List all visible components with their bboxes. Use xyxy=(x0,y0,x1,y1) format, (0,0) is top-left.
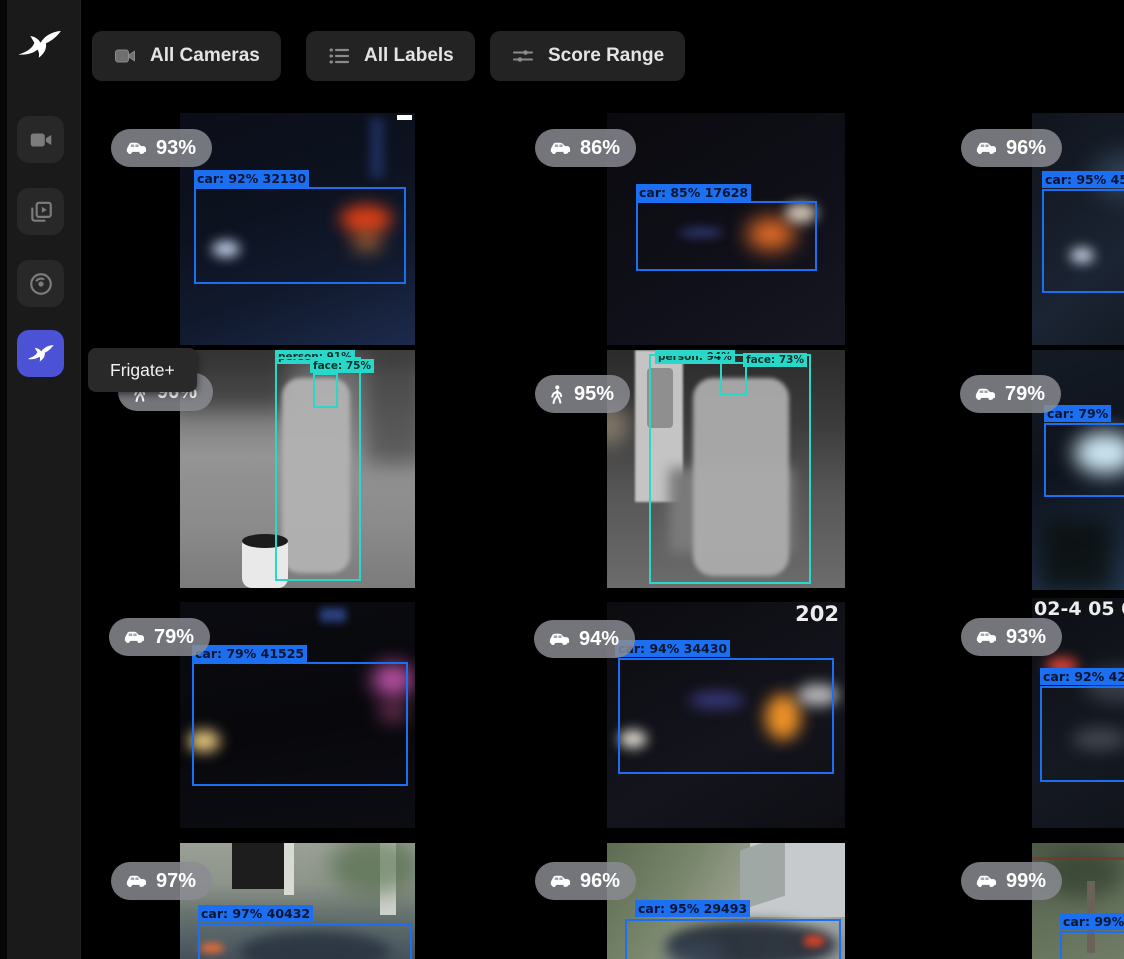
camera-filter-icon xyxy=(113,44,137,68)
score-badge: 95% xyxy=(535,375,630,413)
all-labels-filter-button[interactable]: All Labels xyxy=(306,31,475,81)
bbox-label: car: 92% 4218 xyxy=(1040,668,1124,685)
sliders-icon xyxy=(511,44,535,68)
bounding-box xyxy=(1060,931,1124,959)
detection-tile[interactable]: car: 85% 17628 xyxy=(607,113,845,345)
score-range-filter-button[interactable]: Score Range xyxy=(490,31,685,81)
bbox-label: car: 85% 17628 xyxy=(636,184,751,201)
car-icon xyxy=(973,386,996,402)
score-value: 79% xyxy=(154,626,194,649)
sidebar-item-review[interactable] xyxy=(17,188,64,235)
detection-tile[interactable]: 202 car: 94% 34430 xyxy=(607,602,845,828)
score-value: 97% xyxy=(156,870,196,893)
timestamp-overlay: 202 xyxy=(795,602,839,626)
detection-tile[interactable]: car: 92% 32130 xyxy=(180,113,415,345)
tooltip-label: Frigate+ xyxy=(110,360,175,381)
bounding-box xyxy=(198,923,412,959)
bbox-label: car: 79% 41525 xyxy=(192,645,307,662)
car-icon xyxy=(974,140,997,156)
score-badge: 79% xyxy=(109,618,210,656)
review-icon xyxy=(28,199,54,225)
score-badge: 96% xyxy=(535,862,636,900)
person-icon xyxy=(548,384,565,405)
bounding-box xyxy=(192,662,408,786)
detection-tile[interactable]: car: 79% 41525 xyxy=(180,602,415,828)
all-cameras-label: All Cameras xyxy=(150,45,260,67)
sidebar-item-frigate-plus[interactable] xyxy=(17,330,64,377)
timestamp-overlay: 02-4 05 0 xyxy=(1034,598,1124,620)
bounding-box xyxy=(1040,686,1124,782)
sidebar-item-explore[interactable] xyxy=(17,260,64,307)
bounding-box xyxy=(313,373,338,408)
disc-icon xyxy=(28,271,54,297)
score-value: 93% xyxy=(156,137,196,160)
car-icon xyxy=(547,631,570,647)
video-camera-icon xyxy=(28,127,54,153)
car-icon xyxy=(548,140,571,156)
score-badge: 86% xyxy=(535,129,636,167)
all-cameras-filter-button[interactable]: All Cameras xyxy=(92,31,281,81)
score-range-label: Score Range xyxy=(548,45,664,67)
bounding-box xyxy=(625,919,841,959)
score-value: 93% xyxy=(1006,626,1046,649)
bbox-label: car: 97% 40432 xyxy=(198,905,313,922)
frigate-bird-icon xyxy=(27,340,55,368)
score-value: 95% xyxy=(574,383,614,406)
bbox-label: car: 99% 25 xyxy=(1060,913,1124,930)
score-badge: 93% xyxy=(111,129,212,167)
car-icon xyxy=(548,873,571,889)
score-badge: 97% xyxy=(111,862,212,900)
frigate-plus-tooltip: Frigate+ xyxy=(88,348,197,392)
car-icon xyxy=(122,629,145,645)
bounding-box xyxy=(636,201,817,271)
bounding-box xyxy=(618,658,834,774)
detection-tile[interactable]: car: 99% 25 xyxy=(1032,843,1124,959)
list-icon xyxy=(327,44,351,68)
all-labels-label: All Labels xyxy=(364,45,454,67)
bounding-box xyxy=(194,187,406,284)
score-value: 99% xyxy=(1006,870,1046,893)
score-badge: 96% xyxy=(961,129,1062,167)
score-value: 96% xyxy=(580,870,620,893)
frigate-plus-page: { "app": {"name": "Frigate", "active_nav… xyxy=(0,0,1124,959)
bbox-label: car: 92% 32130 xyxy=(194,170,309,187)
bounding-box xyxy=(1042,189,1124,293)
score-value: 96% xyxy=(1006,137,1046,160)
bbox-label: face: 73% xyxy=(743,353,807,367)
detection-tile[interactable]: person: 91% face: 75% xyxy=(180,350,415,588)
car-icon xyxy=(124,873,147,889)
car-icon xyxy=(974,629,997,645)
bounding-box xyxy=(720,362,747,395)
bbox-label: face: 75% xyxy=(310,359,374,373)
sidebar xyxy=(0,0,81,959)
score-value: 94% xyxy=(579,628,619,651)
car-icon xyxy=(974,873,997,889)
score-badge: 99% xyxy=(961,862,1062,900)
sidebar-item-live[interactable] xyxy=(17,116,64,163)
detection-tile[interactable]: person: 94% face: 73% xyxy=(607,350,845,588)
detection-tile[interactable]: car: 95% 29493 xyxy=(607,843,845,959)
score-badge: 94% xyxy=(534,620,635,658)
score-badge: 79% xyxy=(960,375,1061,413)
score-value: 86% xyxy=(580,137,620,160)
score-value: 79% xyxy=(1005,383,1045,406)
frigate-logo-icon xyxy=(15,20,65,72)
score-badge: 93% xyxy=(961,618,1062,656)
bbox-label: car: 95% 29493 xyxy=(635,900,750,917)
car-icon xyxy=(124,140,147,156)
detection-tile[interactable]: car: 97% 40432 xyxy=(180,843,415,959)
bbox-label: car: 95% 45260 xyxy=(1042,171,1124,188)
bounding-box xyxy=(1044,423,1124,497)
